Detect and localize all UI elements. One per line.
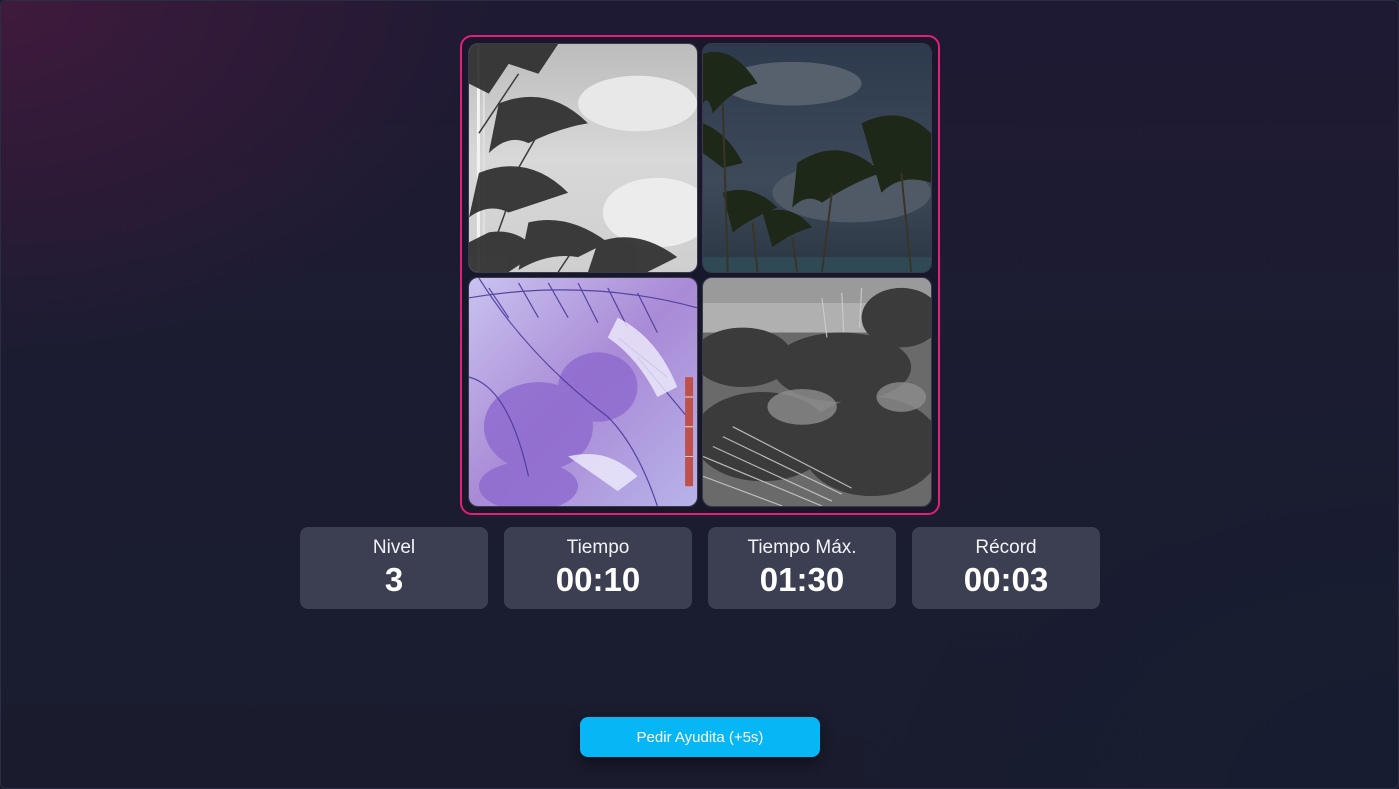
stat-level-label: Nivel: [372, 537, 416, 558]
stat-record-value: 00:03: [963, 561, 1049, 598]
puzzle-board: [460, 35, 940, 515]
puzzle-tile-1[interactable]: [468, 43, 698, 273]
beach-vegetation-grayscale-image: [703, 278, 931, 506]
palm-trees-grayscale-image: [469, 44, 697, 272]
game-screen: Nivel 3 Tiempo 00:10 Tiempo Máx. 01:30 R…: [0, 0, 1399, 789]
stat-max-time-value: 01:30: [759, 561, 845, 598]
stat-level-value: 3: [384, 561, 404, 598]
stat-time: Tiempo 00:10: [504, 527, 692, 609]
puzzle-tile-2[interactable]: [702, 43, 932, 273]
stat-time-label: Tiempo: [566, 537, 630, 558]
palm-trees-beach-dark-image: [703, 44, 931, 272]
stat-time-value: 00:10: [555, 561, 641, 598]
palm-leaves-inverted-purple-image: [469, 278, 697, 506]
stat-record: Récord 00:03: [912, 527, 1100, 609]
stat-max-time: Tiempo Máx. 01:30: [708, 527, 896, 609]
help-button[interactable]: Pedir Ayudita (+5s): [580, 717, 820, 757]
stats-bar: Nivel 3 Tiempo 00:10 Tiempo Máx. 01:30 R…: [300, 527, 1100, 609]
puzzle-tile-4[interactable]: [702, 277, 932, 507]
stat-level: Nivel 3: [300, 527, 488, 609]
stat-record-label: Récord: [975, 537, 1037, 558]
puzzle-tile-3[interactable]: [468, 277, 698, 507]
stat-max-time-label: Tiempo Máx.: [747, 537, 857, 558]
